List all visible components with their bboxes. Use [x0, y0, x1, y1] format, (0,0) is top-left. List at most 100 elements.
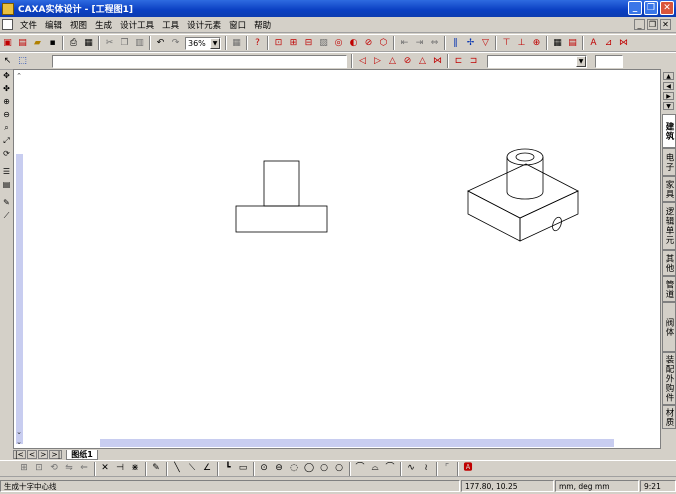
view-break-icon[interactable]: ⬡ [378, 37, 390, 49]
fillet-icon[interactable]: ⌜ [441, 463, 453, 475]
align-left-icon[interactable]: ⇤ [399, 37, 411, 49]
circle-center-icon[interactable]: ⊘ [402, 55, 414, 67]
view-detail-icon[interactable]: ◎ [333, 37, 345, 49]
arc-3pt-icon[interactable]: ⌓ [369, 463, 381, 475]
view-projection-icon[interactable]: ⊟ [303, 37, 315, 49]
drawing-canvas[interactable] [13, 69, 661, 449]
zoom-window-icon[interactable]: ⌕ [1, 122, 12, 133]
menu-design-elements[interactable]: 设计元素 [183, 19, 225, 31]
tab-architecture[interactable]: 建筑 [662, 114, 676, 148]
insert-text-icon[interactable]: 🅰 [462, 463, 474, 475]
grid-icon[interactable]: ▦ [231, 37, 243, 49]
menu-generate[interactable]: 生成 [91, 19, 116, 31]
cut-icon[interactable]: ✂ [104, 37, 116, 49]
hatch-icon[interactable]: △ [387, 55, 399, 67]
document-icon[interactable] [2, 19, 13, 30]
chevron-down-icon[interactable]: ▼ [210, 37, 220, 49]
circle-tan3-icon[interactable]: ○ [333, 463, 345, 475]
view-iso-icon[interactable]: ⊞ [288, 37, 300, 49]
next-sheet-icon[interactable]: > [38, 450, 49, 459]
dim-angle-icon[interactable]: ✢ [465, 37, 477, 49]
bowtie-icon[interactable]: ⋈ [432, 55, 444, 67]
tab-logic-units[interactable]: 逻辑单元 [662, 202, 676, 250]
prev-sheet-icon[interactable]: < [26, 450, 38, 459]
view-partial-icon[interactable]: ◐ [348, 37, 360, 49]
paste-icon[interactable]: ▥ [134, 37, 146, 49]
doc-minimize-icon[interactable]: _ [634, 19, 645, 30]
vertical-scrollbar[interactable]: ⌃ ⌄ ⌄ [14, 70, 24, 448]
last-sheet-icon[interactable]: >| [49, 450, 63, 459]
weld-icon[interactable]: ⊕ [531, 37, 543, 49]
print-preview-icon[interactable]: ▦ [83, 37, 95, 49]
new-icon[interactable]: ▣ [2, 37, 14, 49]
select-arrow-icon[interactable]: ↖ [2, 55, 14, 67]
circle-tan2-icon[interactable]: ○ [318, 463, 330, 475]
center-mark-icon[interactable]: ▷ [372, 55, 384, 67]
circle-tangent-icon[interactable]: ◯ [303, 463, 315, 475]
style-select[interactable]: ▼ [487, 54, 587, 68]
select-filter-icon[interactable]: ⬚ [17, 55, 29, 67]
view-section-icon[interactable]: ▨ [318, 37, 330, 49]
chevron-down-icon[interactable]: ▼ [576, 55, 586, 67]
align-right-icon[interactable]: ⇥ [414, 37, 426, 49]
width-field[interactable] [595, 54, 623, 68]
tab-electronics[interactable]: 电子 [662, 148, 676, 176]
offset-icon[interactable]: ≀ [420, 463, 432, 475]
zoom-select[interactable]: 36% ▼ [185, 36, 221, 50]
horizontal-scroll-thumb[interactable] [100, 439, 614, 447]
menu-design-tools[interactable]: 设计工具 [116, 19, 158, 31]
new-drawing-icon[interactable]: ▤ [17, 37, 29, 49]
ortho-line-icon[interactable]: ┗ [222, 463, 234, 475]
chevron-down-icon[interactable]: ⌄ [14, 437, 24, 447]
measure-icon[interactable]: ⟋ [1, 210, 12, 221]
menu-edit[interactable]: 编辑 [41, 19, 66, 31]
dim-linear-icon[interactable]: ‖ [450, 37, 462, 49]
chevron-down-icon[interactable]: ⌄ [14, 427, 24, 437]
chevron-up-icon[interactable]: ⌃ [14, 71, 24, 81]
centerline-icon[interactable]: ◁ [357, 55, 369, 67]
line-icon[interactable]: ╲ [171, 463, 183, 475]
menu-help[interactable]: 帮助 [250, 19, 275, 31]
tab-purchased-parts[interactable]: 装配外购件 [662, 352, 676, 405]
box-icon[interactable]: ⊡ [33, 463, 45, 475]
sketch-icon[interactable]: ⊞ [18, 463, 30, 475]
maximize-icon[interactable]: ❐ [644, 1, 658, 15]
help-pointer-icon[interactable]: ? [252, 37, 264, 49]
undo-icon[interactable]: ↶ [155, 37, 167, 49]
menu-window[interactable]: 窗口 [225, 19, 250, 31]
zoom-fit-icon[interactable]: ⤢ [1, 135, 12, 146]
arrow-left-icon[interactable]: ⇐ [78, 463, 90, 475]
circle-2pt-icon[interactable]: ⊖ [273, 463, 285, 475]
view-auxiliary-icon[interactable]: ⊘ [363, 37, 375, 49]
triangle-icon[interactable]: △ [417, 55, 429, 67]
first-sheet-icon[interactable]: |< [13, 450, 26, 459]
properties-icon[interactable]: ▤ [1, 179, 12, 190]
datum-icon[interactable]: ⊥ [516, 37, 528, 49]
print-icon[interactable]: ⎙ [68, 37, 80, 49]
circle-center-icon[interactable]: ⊙ [258, 463, 270, 475]
table-icon[interactable]: ▦ [552, 37, 564, 49]
menu-file[interactable]: 文件 [16, 19, 41, 31]
minimize-icon[interactable]: _ [628, 1, 642, 15]
text-icon[interactable]: A [588, 37, 600, 49]
angle-line-icon[interactable]: ∠ [201, 463, 213, 475]
arc-tangent-icon[interactable]: ⌒ [384, 463, 396, 475]
dim-radius-icon[interactable]: ▽ [480, 37, 492, 49]
align-center-icon[interactable]: ⇔ [429, 37, 441, 49]
tab-sheet-1[interactable]: 图纸1 [66, 449, 98, 460]
rectangle-icon[interactable]: ▭ [237, 463, 249, 475]
tolerance-icon[interactable]: ⊏ [453, 55, 465, 67]
zoom-out-icon[interactable]: ⊖ [1, 109, 12, 120]
pencil-icon[interactable]: ✎ [1, 197, 12, 208]
pan-icon[interactable]: ✥ [1, 70, 12, 81]
zoom-in-icon[interactable]: ⊕ [1, 96, 12, 107]
tab-valves[interactable]: 阀体 [662, 302, 676, 352]
title-block-icon[interactable]: ▤ [567, 37, 579, 49]
trim-icon[interactable]: ✕ [99, 463, 111, 475]
polyline-icon[interactable]: ⟍ [186, 463, 198, 475]
orbit-icon[interactable]: ✤ [1, 83, 12, 94]
layer-field[interactable] [52, 54, 347, 68]
tab-scroll-up-icon[interactable]: ▲ [663, 72, 674, 80]
spline-icon[interactable]: ∿ [405, 463, 417, 475]
extend-icon[interactable]: ⊣ [114, 463, 126, 475]
